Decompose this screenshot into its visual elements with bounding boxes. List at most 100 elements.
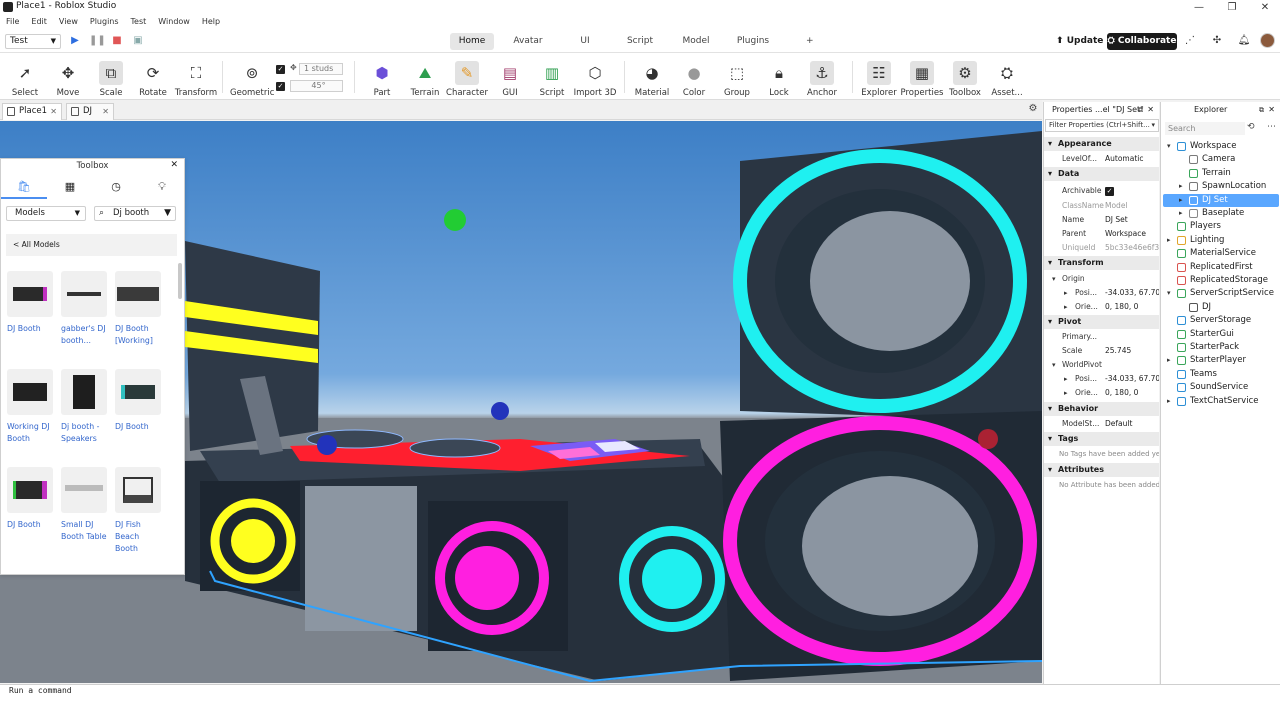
prop-name[interactable]: Name DJ Set bbox=[1044, 213, 1159, 227]
expand-arrow-icon[interactable]: ▸ bbox=[1167, 354, 1171, 367]
rotate-snap-input[interactable]: 45° bbox=[290, 80, 343, 92]
section-attributes[interactable]: Attributes bbox=[1044, 463, 1159, 477]
toolbox-item[interactable]: Small DJ Booth Table bbox=[61, 467, 109, 543]
tab-model[interactable]: Model bbox=[674, 33, 718, 50]
tab-dj-script[interactable]: DJ ✕ bbox=[66, 103, 114, 120]
more-options-icon[interactable]: ⋯ bbox=[1267, 122, 1276, 132]
toolbox-item[interactable]: Working DJ Booth bbox=[7, 369, 55, 445]
collapse-arrow-icon[interactable]: ▾ bbox=[1167, 140, 1171, 153]
menu-window[interactable]: Window bbox=[158, 15, 190, 29]
close-tab-icon[interactable]: ✕ bbox=[102, 104, 109, 119]
tree-item-players[interactable]: Players bbox=[1163, 220, 1279, 233]
device-emulator-icon[interactable]: ▣ bbox=[131, 34, 145, 48]
add-tab-button[interactable]: + bbox=[798, 33, 818, 50]
terrain-button[interactable]: ⛰ Terrain bbox=[403, 55, 447, 99]
move-snap-input[interactable]: 1 studs bbox=[299, 63, 343, 75]
tree-item-lighting[interactable]: ▸ Lighting bbox=[1163, 234, 1279, 247]
menu-file[interactable]: File bbox=[6, 15, 19, 29]
explorer-toggle-button[interactable]: ☷ Explorer bbox=[857, 55, 901, 99]
close-tab-icon[interactable]: ✕ bbox=[50, 104, 57, 119]
minimize-button[interactable]: — bbox=[1184, 0, 1214, 15]
close-icon[interactable]: ✕ bbox=[170, 160, 178, 170]
toolbox-item[interactable]: DJ Booth bbox=[115, 369, 163, 433]
prop-origin-position[interactable]: ▸Posi...-34.033, 67.706, ... bbox=[1044, 286, 1159, 300]
test-mode-select[interactable]: Test ▼ bbox=[5, 34, 61, 49]
toolbox-toggle-button[interactable]: ⚙ Toolbox bbox=[943, 55, 987, 99]
toolbox-item[interactable]: gabber's DJ booth... bbox=[61, 271, 109, 347]
tree-item-spawnlocation[interactable]: ▸ SpawnLocation bbox=[1163, 180, 1279, 193]
undock-icon[interactable]: ⧉ bbox=[1138, 102, 1143, 118]
prop-origin[interactable]: ▾ Origin bbox=[1044, 272, 1159, 286]
scale-handle-blue[interactable] bbox=[317, 435, 337, 455]
menu-edit[interactable]: Edit bbox=[31, 15, 47, 29]
toolbox-item[interactable]: DJ Booth [Working] bbox=[115, 271, 163, 347]
scale-tool-button[interactable]: ⧉ Scale bbox=[89, 55, 133, 99]
tree-item-dj[interactable]: DJ bbox=[1163, 301, 1279, 314]
scale-handle-green[interactable] bbox=[444, 209, 466, 231]
section-pivot[interactable]: Pivot bbox=[1044, 315, 1159, 329]
command-bar[interactable]: Run a command bbox=[0, 684, 1280, 697]
toolbox-scrollbar[interactable] bbox=[178, 263, 182, 299]
tab-place1[interactable]: Place1 ✕ bbox=[2, 103, 62, 120]
close-icon[interactable]: ✕ bbox=[1268, 102, 1275, 118]
character-button[interactable]: ✎ Character bbox=[445, 55, 489, 99]
section-data[interactable]: Data bbox=[1044, 167, 1159, 181]
expand-arrow-icon[interactable]: ▸ bbox=[1167, 234, 1171, 247]
prop-origin-orientation[interactable]: ▸ Orie... 0, 180, 0 bbox=[1044, 300, 1159, 314]
tree-item-startergui[interactable]: StarterGui bbox=[1163, 328, 1279, 341]
gui-button[interactable]: ▤ GUI bbox=[488, 55, 532, 99]
collapse-arrow-icon[interactable]: ▾ bbox=[1167, 287, 1171, 300]
history-icon[interactable]: ⟲ bbox=[1247, 122, 1255, 132]
marketplace-tab-icon[interactable]: 🛍︎ bbox=[1, 175, 47, 199]
tree-item-soundservice[interactable]: SoundService bbox=[1163, 381, 1279, 394]
snap-rotate-checkbox[interactable]: ✓ bbox=[276, 82, 285, 91]
tree-item-teams[interactable]: Teams bbox=[1163, 368, 1279, 381]
filter-icon[interactable]: ▼ bbox=[164, 207, 171, 220]
collaborate-button[interactable]: ⛭ Collaborate bbox=[1107, 33, 1177, 50]
tree-item-starterplayer[interactable]: ▸ StarterPlayer bbox=[1163, 354, 1279, 367]
maximize-button[interactable]: ❐ bbox=[1217, 0, 1247, 15]
collaborators-icon[interactable]: ✣ bbox=[1210, 34, 1224, 48]
creations-tab-icon[interactable]: 💡︎ bbox=[139, 175, 185, 199]
section-behavior[interactable]: Behavior bbox=[1044, 402, 1159, 416]
close-window-button[interactable]: ✕ bbox=[1250, 0, 1280, 15]
prop-levelofdetail[interactable]: LevelOf... Automatic bbox=[1044, 152, 1159, 166]
tree-item-materialservice[interactable]: MaterialService bbox=[1163, 247, 1279, 260]
inventory-tab-icon[interactable]: ▦ bbox=[47, 175, 93, 199]
lock-button[interactable]: 🔒︎ Lock bbox=[757, 55, 801, 99]
prop-worldpivot[interactable]: ▾ WorldPivot bbox=[1044, 358, 1159, 372]
material-button[interactable]: ◕ Material bbox=[630, 55, 674, 99]
scale-handle-blue[interactable] bbox=[491, 402, 509, 420]
menu-help[interactable]: Help bbox=[202, 15, 220, 29]
section-transform[interactable]: Transform bbox=[1044, 256, 1159, 270]
prop-worldpivot-orientation[interactable]: ▸ Orie... 0, 180, 0 bbox=[1044, 386, 1159, 400]
part-button[interactable]: ⬢ Part bbox=[360, 55, 404, 99]
filter-properties-input[interactable]: Filter Properties (Ctrl+Shift... ▾ bbox=[1045, 119, 1159, 132]
snap-move-checkbox[interactable]: ✓ bbox=[276, 65, 285, 74]
prop-scale[interactable]: Scale 25.745 bbox=[1044, 344, 1159, 358]
tab-ui[interactable]: UI bbox=[570, 33, 600, 50]
prop-parent[interactable]: Parent Workspace bbox=[1044, 227, 1159, 241]
expand-arrow-icon[interactable]: ▸ bbox=[1179, 194, 1183, 207]
properties-toggle-button[interactable]: ▦ Properties bbox=[900, 55, 944, 99]
group-button[interactable]: ⬚ Group bbox=[715, 55, 759, 99]
prop-archivable[interactable]: Archivable ✓ bbox=[1044, 184, 1159, 198]
anchor-button[interactable]: ⚓︎ Anchor bbox=[800, 55, 844, 99]
close-icon[interactable]: ✕ bbox=[1147, 102, 1154, 118]
asset-manager-button[interactable]: ⛭ Asset... bbox=[985, 55, 1029, 99]
prop-primarypart[interactable]: Primary... bbox=[1044, 330, 1159, 344]
toolbox-item[interactable]: DJ Booth bbox=[7, 271, 55, 335]
notifications-icon[interactable]: 🔔︎ bbox=[1237, 34, 1251, 48]
recent-tab-icon[interactable]: ◷ bbox=[93, 175, 139, 199]
expand-arrow-icon[interactable]: ▸ bbox=[1167, 395, 1171, 408]
select-tool-button[interactable]: ➚ Select bbox=[3, 55, 47, 99]
tree-item-replicatedfirst[interactable]: ReplicatedFirst bbox=[1163, 261, 1279, 274]
tree-item-starterpack[interactable]: StarterPack bbox=[1163, 341, 1279, 354]
expand-arrow-icon[interactable]: ▸ bbox=[1179, 180, 1183, 193]
toolbox-item[interactable]: DJ Booth bbox=[7, 467, 55, 531]
tree-item-camera[interactable]: Camera bbox=[1163, 153, 1279, 166]
update-button[interactable]: ⬆ Update bbox=[1050, 33, 1109, 50]
tree-item-dj-set[interactable]: ▸ DJ Set bbox=[1163, 193, 1279, 207]
menu-plugins[interactable]: Plugins bbox=[90, 15, 119, 29]
tab-plugins[interactable]: Plugins bbox=[728, 33, 778, 50]
